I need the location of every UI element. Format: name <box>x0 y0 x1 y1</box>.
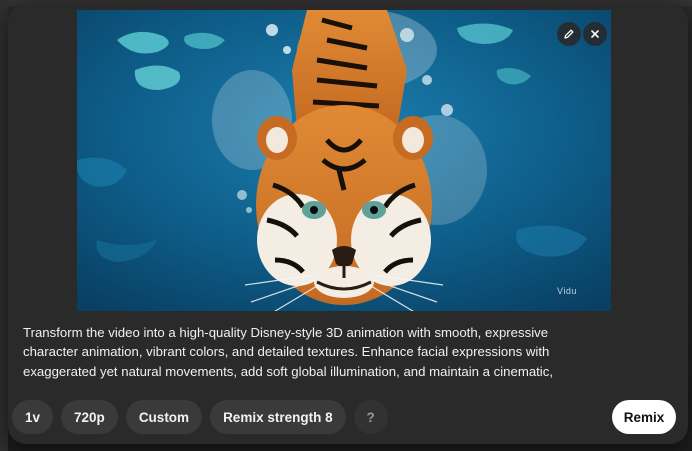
preset-chip[interactable]: Custom <box>125 400 203 434</box>
edit-button[interactable] <box>557 22 581 46</box>
watermark-logo: Vidu <box>557 286 577 296</box>
remix-button[interactable]: Remix <box>612 400 676 434</box>
pencil-icon <box>564 29 574 39</box>
prompt-text[interactable]: Transform the video into a high-quality … <box>23 323 623 381</box>
remix-dialog: Vidu Transform the video into a high-qua… <box>8 4 688 444</box>
resolution-chip[interactable]: 720p <box>61 400 118 434</box>
help-button[interactable]: ? <box>353 400 388 434</box>
options-row: 1v 720p Custom Remix strength 8 ? <box>12 400 388 434</box>
tiger-swimming-image <box>77 10 611 311</box>
variations-chip[interactable]: 1v <box>12 400 54 434</box>
video-preview[interactable]: Vidu <box>77 10 611 311</box>
close-icon <box>591 30 599 38</box>
remix-strength-chip[interactable]: Remix strength 8 <box>210 400 346 434</box>
close-button[interactable] <box>583 22 607 46</box>
backdrop-left-strip <box>0 0 8 451</box>
